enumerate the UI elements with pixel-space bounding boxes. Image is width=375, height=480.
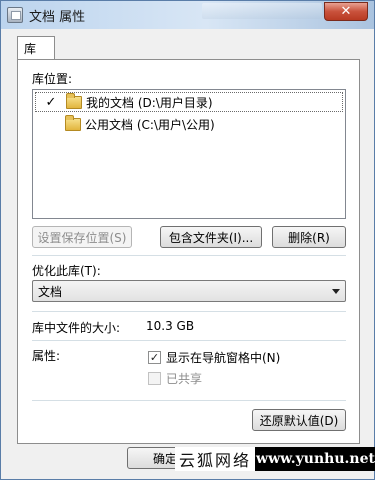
divider [32,311,346,312]
document-icon [7,7,23,23]
shared-label: 已共享 [166,371,203,386]
show-in-nav-checkbox[interactable]: ✓ [148,350,161,364]
include-folder-button[interactable]: 包含文件夹(I)... [160,226,262,248]
list-item-label: 我的文档 (D:\用户目录) [86,95,213,110]
attributes-label: 属性: [32,349,61,363]
optimize-selected-value: 文档 [38,284,63,299]
chevron-down-icon [332,289,340,294]
divider [32,340,346,341]
watermark-text: 云狐网络 [175,447,255,471]
folder-icon [66,92,82,109]
library-locations-label: 库位置: [32,72,73,86]
tab-strip: 库 [17,36,56,60]
watermark: 云狐网络 www.yunhu.net [175,447,375,471]
close-button[interactable]: ✕ [324,2,368,21]
folder-icon [65,114,81,131]
watermark-url: www.yunhu.net [255,447,375,471]
divider [32,400,346,401]
library-tab-panel: 库位置: ✓ 我的文档 (D:\用户目录) 公用文档 (C:\用户\公用) 设置… [17,59,360,444]
show-in-nav-label: 显示在导航窗格中(N) [166,350,281,365]
default-save-check-icon: ✓ [45,94,57,110]
optimize-library-select[interactable]: 文档 [32,280,346,302]
tab-library[interactable]: 库 [17,36,56,60]
library-size-label: 库中文件的大小: [32,321,121,335]
library-locations-list[interactable]: ✓ 我的文档 (D:\用户目录) 公用文档 (C:\用户\公用) [32,89,346,219]
list-item[interactable]: ✓ 我的文档 (D:\用户目录) [35,92,343,112]
list-item[interactable]: 公用文档 (C:\用户\公用) [35,114,343,134]
divider [32,255,346,256]
shared-checkbox-row[interactable]: 已共享 [148,370,202,386]
remove-button[interactable]: 删除(R) [272,226,346,248]
shared-checkbox[interactable] [148,371,161,385]
background-window-ghost [202,3,322,19]
title-bar[interactable]: 文档 属性 ✕ [1,1,374,29]
set-save-location-button[interactable]: 设置保存位置(S) [32,226,132,248]
optimize-library-label: 优化此库(T): [32,264,101,278]
list-item-label: 公用文档 (C:\用户\公用) [85,117,215,132]
window-title: 文档 属性 [29,9,86,25]
properties-window: 文档 属性 ✕ 库 库位置: ✓ 我的文档 (D:\用户目录) 公用文档 (C:… [0,0,375,480]
restore-defaults-button[interactable]: 还原默认值(D) [252,409,346,431]
show-in-nav-checkbox-row[interactable]: ✓ 显示在导航窗格中(N) [148,349,280,365]
library-size-value: 10.3 GB [146,319,195,333]
